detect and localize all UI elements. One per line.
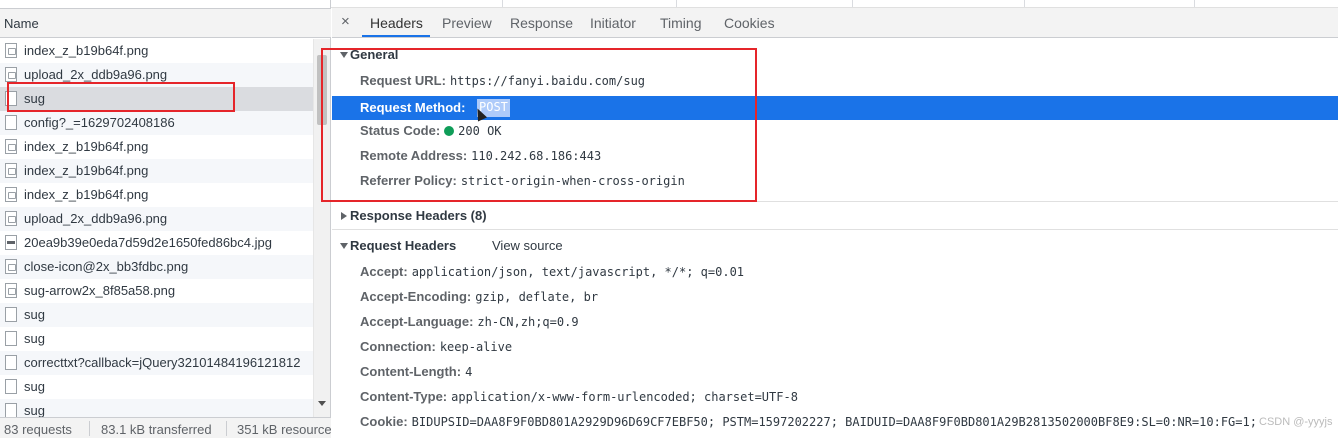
request-row[interactable]: config?_=1629702408186 [0,111,313,135]
resources-size: 351 kB resources [237,422,331,437]
request-row[interactable]: sug [0,303,313,327]
transferred-size: 83.1 kB transferred [101,422,212,437]
image-file-icon [5,283,17,298]
watermark-text: CSDN @-yyyjs [1259,416,1333,428]
request-name: close-icon@2x_bb3fdbc.png [24,259,189,274]
name-column-header[interactable]: Name [0,8,331,38]
details-tab-bar: × Headers Preview Response Initiator Tim… [332,8,1338,38]
header-key: Accept: [360,264,408,279]
network-status-bar: 83 requests 83.1 kB transferred 351 kB r… [0,417,331,438]
request-name: sug [24,379,45,394]
name-column-header-label: Name [4,16,39,31]
image-file-icon [5,43,17,58]
header-key: Connection: [360,339,436,354]
request-count: 83 requests [4,422,72,437]
request-header-row: Accept: application/json, text/javascript… [360,264,744,286]
header-value: application/json, text/javascript, */*; … [411,265,745,279]
request-row[interactable]: correcttxt?callback=jQuery32101484196121… [0,351,313,375]
request-name: sug [24,403,45,417]
jpg-file-icon [5,235,17,250]
request-row[interactable]: upload_2x_ddb9a96.png [0,207,313,231]
request-row[interactable]: index_z_b19b64f.png [0,183,313,207]
request-name: upload_2x_ddb9a96.png [24,211,168,226]
request-header-row: Accept-Language: zh-CN,zh;q=0.9 [360,314,579,336]
request-name: upload_2x_ddb9a96.png [24,67,168,82]
request-name: 20ea9b39e0eda7d59d2e1650fed86bc4.jpg [24,235,272,250]
header-value: keep-alive [439,340,513,354]
image-file-icon [5,67,17,82]
header-value: 4 [465,365,473,379]
request-row[interactable]: sug [0,399,313,417]
request-row[interactable]: index_z_b19b64f.png [0,159,313,183]
annotation-box-sug [7,82,235,112]
request-name: sug [24,331,45,346]
tab-response[interactable]: Response [510,15,573,31]
header-value: gzip, deflate, br [475,290,599,304]
response-headers-section-title[interactable]: Response Headers (8) [350,208,487,223]
view-source-link[interactable]: View source [492,238,563,253]
tab-timing[interactable]: Timing [660,15,702,31]
tab-cookies[interactable]: Cookies [724,15,775,31]
request-row[interactable]: sug [0,327,313,351]
network-request-list-pane: Name index_z_b19b64f.png upload_2x_ddb9a9… [0,0,331,438]
request-header-row: Content-Type: application/x-www-form-urle… [360,389,798,411]
request-header-row: Connection: keep-alive [360,339,512,361]
document-file-icon [5,331,17,346]
header-key: Content-Length: [360,364,462,379]
document-file-icon [5,355,17,370]
header-key: Accept-Encoding: [360,289,472,304]
header-value: zh-CN,zh;q=0.9 [477,315,579,329]
annotation-box-general [321,48,757,202]
section-divider [332,229,1338,230]
request-row[interactable]: sug [0,375,313,399]
collapse-triangle-icon[interactable] [341,212,347,220]
header-key: Content-Type: [360,389,448,404]
request-row[interactable]: 20ea9b39e0eda7d59d2e1650fed86bc4.jpg [0,231,313,255]
image-file-icon [5,259,17,274]
image-file-icon [5,163,17,178]
request-header-row: Content-Length: 4 [360,364,472,386]
request-name: index_z_b19b64f.png [24,187,149,202]
request-name: correcttxt?callback=jQuery32101484196121… [24,355,301,370]
document-file-icon [5,115,17,130]
image-file-icon [5,139,17,154]
request-name: config?_=1629702408186 [24,115,175,130]
request-header-row: Cookie: BIDUPSID=DAA8F9F0BD801A2929D96D69… [360,414,1257,436]
header-key: Cookie: [360,414,408,429]
status-separator [226,421,227,436]
image-file-icon [5,187,17,202]
active-tab-indicator [362,35,430,37]
request-header-row: Accept-Encoding: gzip, deflate, br [360,289,598,311]
request-row[interactable]: index_z_b19b64f.png [0,135,313,159]
request-headers-section-title[interactable]: Request Headers [350,238,456,253]
image-file-icon [5,211,17,226]
close-icon[interactable]: × [341,13,350,30]
tab-initiator[interactable]: Initiator [590,15,636,31]
tab-headers[interactable]: Headers [370,15,423,31]
header-value: application/x-www-form-urlencoded; chars… [451,390,798,404]
header-value: BIDUPSID=DAA8F9F0BD801A2929D96D69CF7EBF5… [411,415,1257,429]
header-key: Accept-Language: [360,314,474,329]
request-row[interactable]: sug-arrow2x_8f85a58.png [0,279,313,303]
expand-triangle-icon[interactable] [340,243,348,249]
request-name: index_z_b19b64f.png [24,43,149,58]
request-name: index_z_b19b64f.png [24,163,149,178]
document-file-icon [5,379,17,394]
status-separator [89,421,90,436]
request-row[interactable]: index_z_b19b64f.png [0,39,313,63]
request-name: index_z_b19b64f.png [24,139,149,154]
document-file-icon [5,307,17,322]
request-row[interactable]: close-icon@2x_bb3fdbc.png [0,255,313,279]
scroll-down-arrow-icon[interactable] [318,401,326,406]
tab-preview[interactable]: Preview [442,15,492,31]
request-name: sug [24,307,45,322]
request-name: sug-arrow2x_8f85a58.png [24,283,176,298]
document-file-icon [5,403,17,417]
